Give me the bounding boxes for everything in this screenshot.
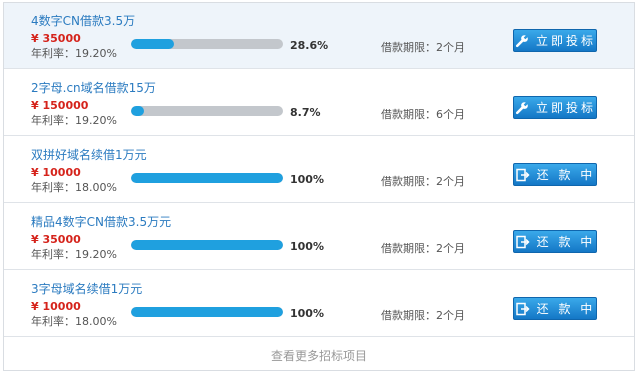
loan-row: 2字母.cn域名借款15万 ¥ 150000 年利率：19.20% 8.7% 借… — [4, 70, 634, 136]
loan-rate: 年利率：19.20% — [31, 248, 117, 261]
repaying-button-label: 还 款 中 — [536, 235, 596, 249]
invest-button-label: 立即投标 — [535, 101, 596, 115]
loan-title[interactable]: 3字母域名续借1万元 — [31, 280, 142, 297]
progress-fill — [131, 307, 283, 317]
progress-percent: 28.6% — [290, 39, 329, 52]
progress-bar — [131, 307, 283, 317]
wrench-icon — [514, 33, 530, 49]
loan-title[interactable]: 4数字CN借款3.5万 — [31, 12, 135, 29]
repaying-button[interactable]: 还 款 中 — [513, 230, 597, 253]
loan-row: 双拼好域名续借1万元 ¥ 10000 年利率：18.00% 100% 借款期限：… — [4, 137, 634, 203]
loan-row: 精品4数字CN借款3.5万元 ¥ 35000 年利率：19.20% 100% 借… — [4, 204, 634, 270]
repaying-button-label: 还 款 中 — [536, 302, 596, 316]
loan-title[interactable]: 2字母.cn域名借款15万 — [31, 79, 156, 96]
progress-bar — [131, 173, 283, 183]
loan-rate: 年利率：19.20% — [31, 47, 117, 60]
invest-button[interactable]: 立即投标 — [513, 96, 597, 119]
loan-row: 4数字CN借款3.5万 ¥ 35000 年利率：19.20% 28.6% 借款期… — [4, 3, 634, 69]
exit-icon — [515, 234, 531, 250]
progress-percent: 8.7% — [290, 106, 321, 119]
loan-period: 借款期限：2个月 — [381, 41, 465, 54]
repaying-button[interactable]: 还 款 中 — [513, 297, 597, 320]
loan-amount: ¥ 35000 — [31, 32, 81, 45]
progress-percent: 100% — [290, 307, 324, 320]
loan-rate: 年利率：18.00% — [31, 315, 117, 328]
progress-fill — [131, 39, 175, 49]
loan-title[interactable]: 精品4数字CN借款3.5万元 — [31, 213, 171, 230]
loan-amount: ¥ 10000 — [31, 300, 81, 313]
loan-row: 3字母域名续借1万元 ¥ 10000 年利率：18.00% 100% 借款期限：… — [4, 271, 634, 337]
loan-amount: ¥ 150000 — [31, 99, 89, 112]
exit-icon — [515, 301, 531, 317]
invest-button[interactable]: 立即投标 — [513, 29, 597, 52]
view-more-link[interactable]: 查看更多招标项目 — [4, 343, 634, 370]
progress-bar — [131, 240, 283, 250]
progress-bar — [131, 39, 283, 49]
progress-fill — [131, 106, 145, 116]
progress-fill — [131, 173, 283, 183]
loan-period: 借款期限：2个月 — [381, 309, 465, 322]
loan-list: 4数字CN借款3.5万 ¥ 35000 年利率：19.20% 28.6% 借款期… — [3, 2, 635, 371]
loan-amount: ¥ 10000 — [31, 166, 81, 179]
loan-rate: 年利率：18.00% — [31, 181, 117, 194]
repaying-button[interactable]: 还 款 中 — [513, 163, 597, 186]
loan-period: 借款期限：6个月 — [381, 108, 465, 121]
invest-button-label: 立即投标 — [535, 34, 596, 48]
exit-icon — [515, 167, 531, 183]
loan-rate: 年利率：19.20% — [31, 114, 117, 127]
loan-amount: ¥ 35000 — [31, 233, 81, 246]
loan-period: 借款期限：2个月 — [381, 242, 465, 255]
loan-title[interactable]: 双拼好域名续借1万元 — [31, 146, 147, 163]
progress-percent: 100% — [290, 240, 324, 253]
repaying-button-label: 还 款 中 — [536, 168, 596, 182]
progress-fill — [131, 240, 283, 250]
progress-percent: 100% — [290, 173, 324, 186]
progress-bar — [131, 106, 283, 116]
wrench-icon — [514, 100, 530, 116]
loan-period: 借款期限：2个月 — [381, 175, 465, 188]
